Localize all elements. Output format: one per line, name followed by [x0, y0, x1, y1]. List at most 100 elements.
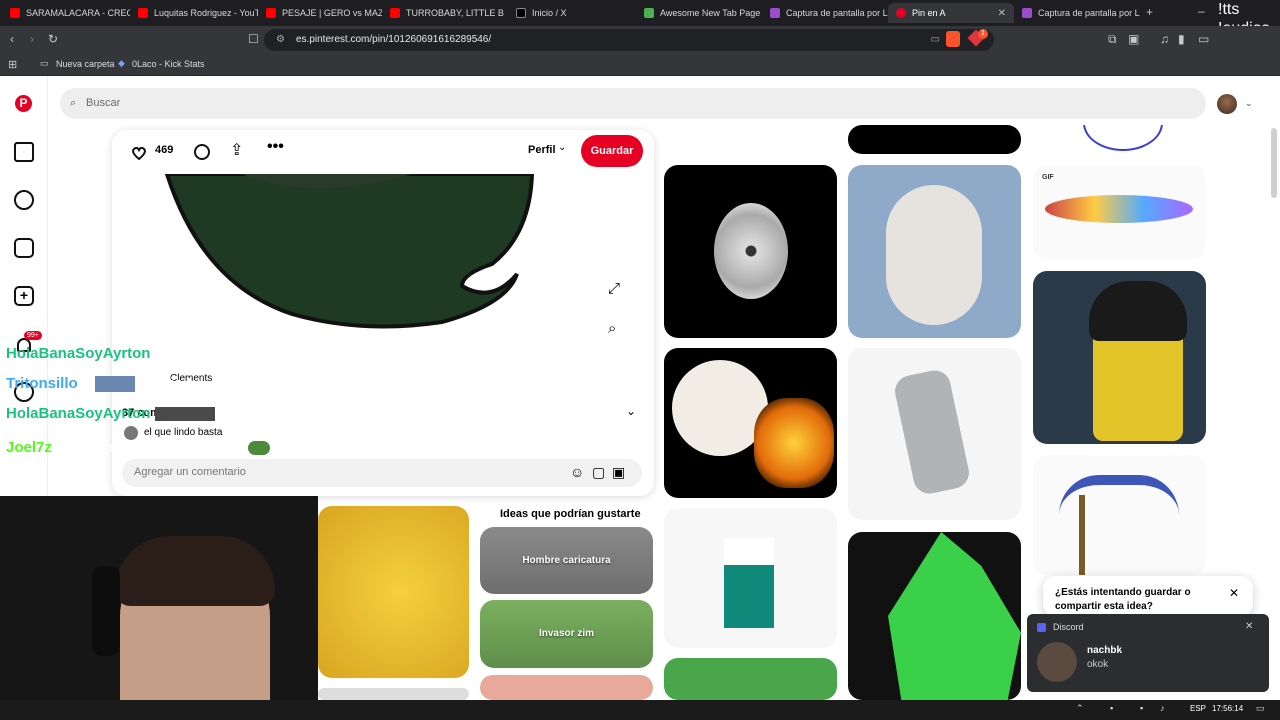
network-icon[interactable]: ▪ — [1140, 703, 1143, 713]
chat-message: osstia tu — [139, 375, 201, 392]
tab-3[interactable]: TURROBABY, LITTLE B — [382, 3, 508, 23]
heart-icon[interactable] — [130, 144, 148, 162]
profile-selector[interactable]: Perfil — [528, 144, 556, 156]
gif-image — [1045, 195, 1193, 223]
close-icon[interactable]: ✕ — [1245, 621, 1253, 632]
youtube-icon — [390, 8, 400, 18]
minimize-icon[interactable]: – — [1198, 4, 1205, 18]
comment-input[interactable]: Agregar un comentario ☺ ▢ ▣ — [122, 459, 642, 487]
chat-user: HolaBanaSoyAyrton — [6, 345, 151, 362]
new-tab-plus-icon[interactable]: + — [1146, 5, 1153, 19]
bookmark-item[interactable]: Nueva carpeta — [56, 59, 115, 69]
screenshot-tool-icon[interactable]: ▣ — [1128, 32, 1139, 46]
brave-shield-icon[interactable] — [946, 31, 960, 47]
grid-pin[interactable] — [664, 658, 837, 700]
url-text: es.pinterest.com/pin/101260691616289546/ — [296, 34, 492, 45]
home-icon[interactable] — [14, 142, 34, 162]
media-icon[interactable]: ♫ — [1160, 32, 1169, 46]
screenshot-icon — [770, 8, 780, 18]
tab-4[interactable]: Inicio / X — [508, 3, 636, 23]
emoji-icon[interactable]: ☺ — [570, 464, 584, 480]
extensions-icon[interactable]: ⧉ — [1108, 32, 1117, 47]
tab-2[interactable]: PESAJE | GERO vs MAZZA — [258, 3, 382, 23]
url-field[interactable]: ⚙ es.pinterest.com/pin/10126069161628954… — [264, 29, 994, 51]
chat-line: HolaBanaSoyAyrton — [6, 345, 150, 362]
clock[interactable]: 17:56:14 — [1212, 704, 1243, 713]
language-indicator[interactable]: ESP — [1190, 704, 1206, 713]
expand-icon[interactable]: ⤢ — [608, 280, 620, 297]
grid-pin-scythe[interactable] — [1033, 455, 1206, 575]
youtube-icon — [10, 8, 20, 18]
volume-icon[interactable]: ♪ — [1160, 703, 1165, 713]
reload-icon[interactable]: ↻ — [48, 32, 58, 46]
install-icon[interactable]: ▭ — [931, 29, 940, 51]
close-icon[interactable]: ✕ — [1229, 586, 1239, 600]
streamer-webcam — [0, 496, 318, 720]
grid-pin-baseball[interactable] — [664, 348, 837, 498]
grid-pin-gif[interactable]: GIF — [1033, 165, 1206, 260]
save-button[interactable]: Guardar — [581, 135, 643, 167]
explore-icon[interactable] — [14, 190, 34, 210]
grid-pin-minion[interactable] — [1033, 271, 1206, 444]
x-logo-icon — [516, 8, 526, 18]
grid-pin-cd[interactable] — [664, 165, 837, 338]
apps-grid-icon[interactable]: ⊞ — [8, 58, 17, 71]
grid-pin[interactable] — [848, 125, 1021, 154]
notification-center-icon[interactable]: ▭ — [1256, 703, 1265, 714]
chevron-down-icon[interactable]: ⌄ — [626, 404, 636, 418]
chat-emote — [154, 407, 215, 422]
more-options-icon[interactable]: ••• — [267, 138, 284, 156]
idea-card[interactable]: Hombre caricatura — [480, 527, 653, 594]
create-icon[interactable]: + — [14, 286, 34, 306]
tray-chevron-icon[interactable]: ⌃ — [1076, 703, 1084, 714]
idea-card[interactable] — [480, 675, 653, 700]
bookmark-icon[interactable]: ☐ — [248, 32, 259, 46]
grid-pin[interactable] — [664, 125, 837, 155]
bookmarks-bar: ⊞ ▭ Nueva carpeta ◆ 0Laco - Kick Stats — [0, 54, 1280, 76]
tab-1[interactable]: Luquitas Rodriguez - YouT — [130, 3, 258, 23]
forward-icon[interactable]: › — [30, 32, 34, 46]
share-icon[interactable]: ⇪ — [230, 140, 243, 160]
page-scrollbar[interactable] — [1271, 128, 1277, 198]
comment-icon[interactable] — [194, 144, 210, 160]
man-image — [886, 185, 982, 325]
grid-pin-newport[interactable] — [664, 508, 837, 648]
tab-title: Captura de pantalla por L — [786, 8, 888, 18]
sticker-icon[interactable]: ▢ — [592, 464, 605, 481]
scythe-handle — [1079, 495, 1085, 575]
pinterest-logo-icon[interactable]: P — [15, 95, 32, 112]
pin-image[interactable] — [112, 172, 654, 389]
back-icon[interactable]: ‹ — [10, 32, 14, 46]
grid-pin-nokia[interactable] — [848, 348, 1021, 520]
tab-6[interactable]: Captura de pantalla por L — [762, 3, 888, 23]
search-input[interactable]: ⌕ Buscar — [60, 88, 1206, 119]
wallet-icon[interactable]: ▭ — [1198, 32, 1209, 46]
browser-address-bar: ‹ › ↻ ☐ ⚙ es.pinterest.com/pin/101260691… — [0, 26, 1280, 54]
tab-0[interactable]: SARAMALACARA - CREO C — [2, 3, 130, 23]
avatar[interactable] — [1217, 94, 1237, 114]
boards-icon[interactable] — [14, 238, 34, 258]
tab-8[interactable]: Captura de pantalla por L — [1014, 3, 1140, 23]
grid-pin-pixel[interactable] — [848, 532, 1021, 700]
tray-icon[interactable]: ▪ — [1110, 703, 1113, 713]
visual-search-icon[interactable]: ⌕ — [608, 320, 616, 337]
bookmark-item[interactable]: 0Laco - Kick Stats — [132, 59, 205, 69]
chevron-down-icon[interactable]: ⌄ — [1245, 98, 1253, 109]
grid-pin-man[interactable] — [848, 165, 1021, 338]
chat-user: HolaBanaSoyAyrton — [6, 405, 151, 422]
image-icon[interactable]: ▣ — [612, 464, 625, 481]
discord-notification[interactable]: Discord ✕ nachbk okok — [1027, 614, 1269, 692]
site-settings-icon[interactable]: ⚙ — [276, 29, 285, 51]
headphones — [92, 566, 120, 656]
idea-card[interactable]: Invasor zim — [480, 600, 653, 668]
related-pin-emoji[interactable] — [318, 506, 469, 678]
sidebar-icon[interactable]: ▮ — [1178, 32, 1185, 46]
grid-pin-globe[interactable] — [1033, 125, 1206, 155]
rewards-badge: 1 — [978, 29, 988, 39]
chat-message: el editor al que si le paga — [65, 439, 244, 456]
tab-7-active[interactable]: Pin en A ✕ — [888, 3, 1014, 23]
avatar — [124, 426, 138, 440]
related-pin[interactable] — [318, 688, 469, 700]
tab-5[interactable]: Awesome New Tab Page — [636, 3, 762, 23]
close-tab-icon[interactable]: ✕ — [998, 8, 1006, 19]
